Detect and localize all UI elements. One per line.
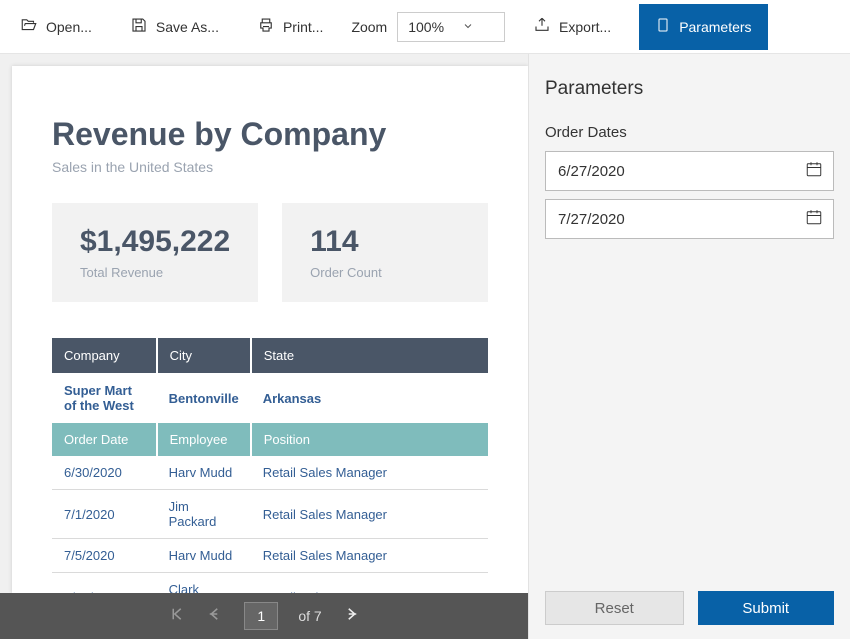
submit-label: Submit xyxy=(742,600,789,617)
col-state: State xyxy=(251,338,488,373)
parameters-panel: Parameters Order Dates 6/27/2020 7/27/20… xyxy=(528,54,850,639)
table-row: 7/5/2020 Harv Mudd Retail Sales Manager xyxy=(52,539,488,573)
report-viewer: Revenue by Company Sales in the United S… xyxy=(0,54,528,639)
prev-page-icon[interactable] xyxy=(206,605,224,628)
zoom-select[interactable]: 100% xyxy=(397,12,505,42)
kpi-total-revenue: $1,495,222 Total Revenue xyxy=(52,203,258,302)
date-from-field[interactable]: 6/27/2020 xyxy=(545,151,834,191)
group-company: Super Mart of the West xyxy=(52,373,157,423)
table-row: 6/30/2020 Harv Mudd Retail Sales Manager xyxy=(52,456,488,490)
kpi-label: Total Revenue xyxy=(80,265,230,280)
parameters-toggle-label: Parameters xyxy=(679,19,751,35)
cell-position: Retail Sales Manager xyxy=(251,456,488,490)
export-label: Export... xyxy=(559,19,611,35)
report-title: Revenue by Company xyxy=(52,116,488,153)
save-icon xyxy=(130,16,148,37)
kpi-value: $1,495,222 xyxy=(80,225,230,259)
export-button[interactable]: Export... xyxy=(523,10,621,43)
order-dates-label: Order Dates xyxy=(545,124,834,141)
table-header: Company City State xyxy=(52,338,488,373)
col-city: City xyxy=(157,338,251,373)
cell-employee: Jim Packard xyxy=(157,490,251,539)
save-as-button[interactable]: Save As... xyxy=(120,10,229,43)
reset-button[interactable]: Reset xyxy=(545,591,684,625)
page-of: of 7 xyxy=(298,608,321,624)
zoom-value: 100% xyxy=(408,19,444,35)
col-employee: Employee xyxy=(157,423,251,456)
report-subtitle: Sales in the United States xyxy=(52,159,488,175)
pager: of 7 xyxy=(0,593,528,639)
open-label: Open... xyxy=(46,19,92,35)
calendar-icon xyxy=(805,160,823,182)
print-label: Print... xyxy=(283,19,323,35)
zoom-label: Zoom xyxy=(351,19,387,35)
cell-date: 7/1/2020 xyxy=(52,490,157,539)
kpi-value: 114 xyxy=(310,225,460,259)
table-row: 7/1/2020 Jim Packard Retail Sales Manage… xyxy=(52,490,488,539)
zoom-group: Zoom 100% xyxy=(351,12,505,42)
group-row: Super Mart of the West Bentonville Arkan… xyxy=(52,373,488,423)
cell-date: 6/30/2020 xyxy=(52,456,157,490)
cell-position: Retail Sales Manager xyxy=(251,573,488,594)
cell-date: 7/5/2020 xyxy=(52,539,157,573)
report-table: Company City State Super Mart of the Wes… xyxy=(52,338,488,593)
toolbar: Open... Save As... Print... Zoom 100% Ex… xyxy=(0,0,850,54)
export-icon xyxy=(533,16,551,37)
date-from-value: 6/27/2020 xyxy=(558,163,625,180)
panel-icon xyxy=(655,17,671,36)
save-as-label: Save As... xyxy=(156,19,219,35)
cell-employee: Clark Morgan xyxy=(157,573,251,594)
kpi-label: Order Count xyxy=(310,265,460,280)
submit-button[interactable]: Submit xyxy=(698,591,835,625)
first-page-icon[interactable] xyxy=(168,605,186,628)
col-position: Position xyxy=(251,423,488,456)
col-company: Company xyxy=(52,338,157,373)
open-button[interactable]: Open... xyxy=(10,10,102,43)
cell-employee: Harv Mudd xyxy=(157,539,251,573)
date-to-field[interactable]: 7/27/2020 xyxy=(545,199,834,239)
kpi-order-count: 114 Order Count xyxy=(282,203,488,302)
sub-header: Order Date Employee Position xyxy=(52,423,488,456)
parameters-toggle[interactable]: Parameters xyxy=(639,4,767,50)
next-page-icon[interactable] xyxy=(342,605,360,628)
panel-title: Parameters xyxy=(545,78,834,100)
folder-open-icon xyxy=(20,16,38,37)
table-row: 7/10/2020 Clark Morgan Retail Sales Mana… xyxy=(52,573,488,594)
print-icon xyxy=(257,16,275,37)
col-order-date: Order Date xyxy=(52,423,157,456)
group-city: Bentonville xyxy=(157,373,251,423)
chevron-down-icon xyxy=(462,19,474,35)
report-page: Revenue by Company Sales in the United S… xyxy=(12,66,528,593)
group-state: Arkansas xyxy=(251,373,488,423)
cell-position: Retail Sales Manager xyxy=(251,539,488,573)
cell-position: Retail Sales Manager xyxy=(251,490,488,539)
date-to-value: 7/27/2020 xyxy=(558,211,625,228)
print-button[interactable]: Print... xyxy=(247,10,333,43)
cell-employee: Harv Mudd xyxy=(157,456,251,490)
page-input[interactable] xyxy=(244,602,278,630)
calendar-icon xyxy=(805,208,823,230)
cell-date: 7/10/2020 xyxy=(52,573,157,594)
reset-label: Reset xyxy=(595,600,634,617)
